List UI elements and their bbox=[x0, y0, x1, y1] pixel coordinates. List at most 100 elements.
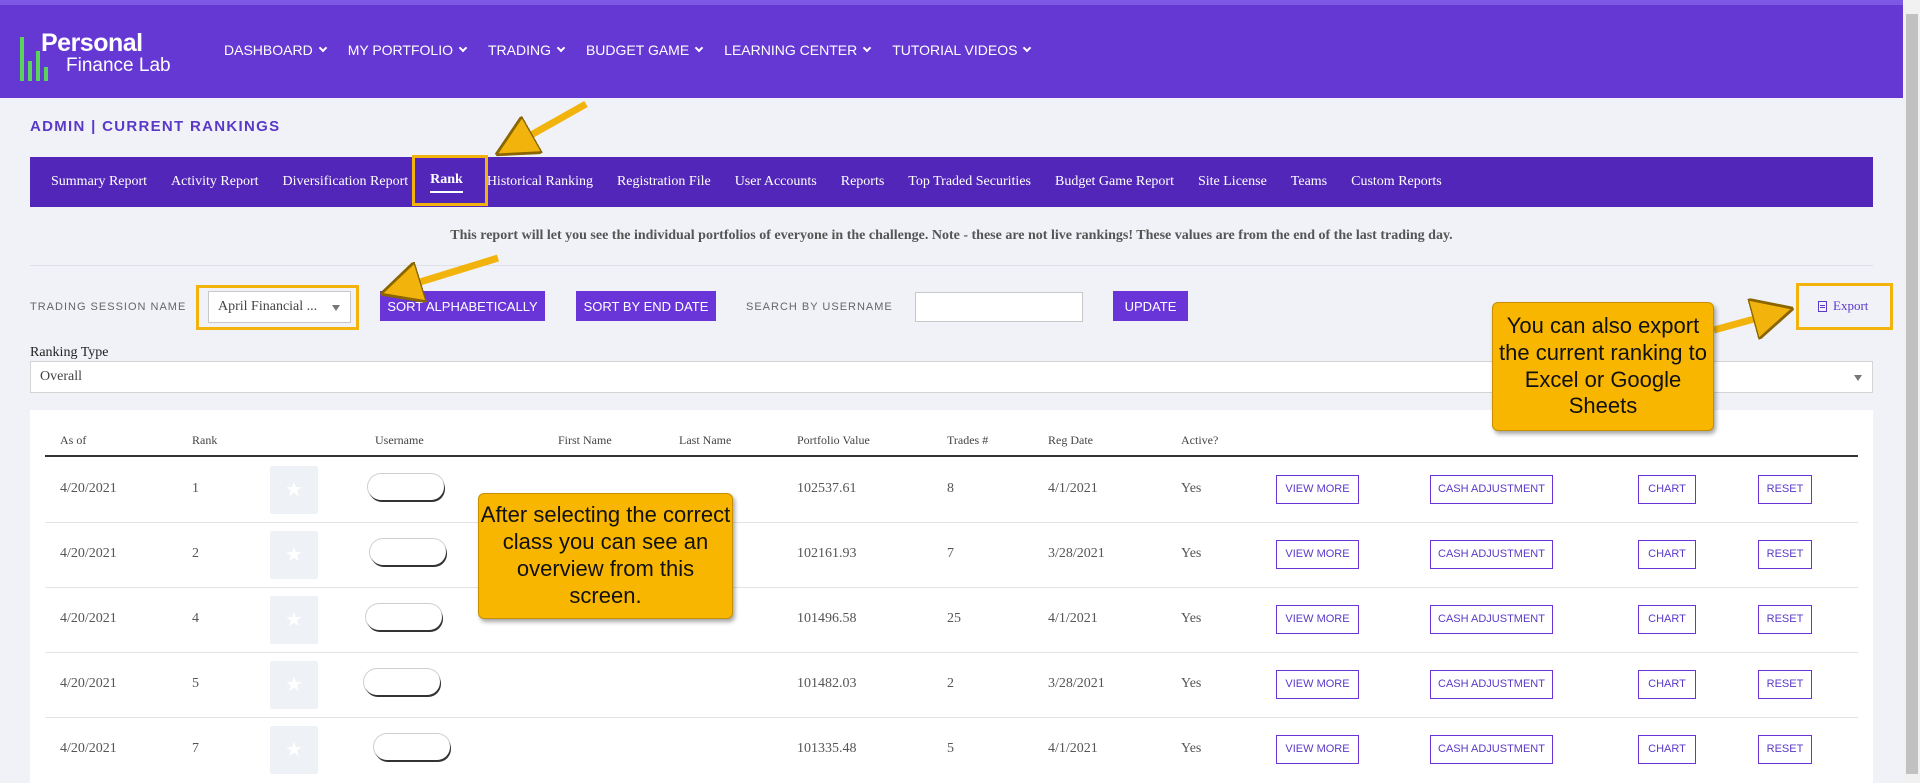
cell-as-of: 4/20/2021 bbox=[60, 740, 117, 756]
cell-as-of: 4/20/2021 bbox=[60, 545, 117, 561]
cell-rank: 4 bbox=[192, 610, 199, 626]
cell-portfolio-value: 101496.58 bbox=[797, 610, 857, 626]
ranking-type-value: Overall bbox=[40, 369, 82, 384]
cell-portfolio-value: 102161.93 bbox=[797, 545, 857, 561]
report-tabs: Summary Report Activity Report Diversifi… bbox=[30, 157, 1873, 207]
row-divider bbox=[45, 522, 1858, 523]
session-label: TRADING SESSION NAME bbox=[30, 301, 187, 313]
view-more-button[interactable]: VIEW MORE bbox=[1276, 734, 1359, 764]
cell-rank: 5 bbox=[192, 675, 199, 691]
caret-down-icon bbox=[1854, 375, 1862, 381]
logo-line1: Personal bbox=[41, 29, 143, 57]
cash-adjustment-button[interactable]: CASH ADJUSTMENT bbox=[1430, 669, 1553, 699]
username-search-input[interactable] bbox=[915, 292, 1083, 322]
username-redacted bbox=[370, 538, 446, 565]
nav-budget-game[interactable]: BUDGET GAME bbox=[586, 42, 704, 58]
cell-portfolio-value: 102537.61 bbox=[797, 480, 857, 496]
nav-trading[interactable]: TRADING bbox=[488, 42, 566, 58]
reset-button[interactable]: RESET bbox=[1758, 539, 1812, 569]
reset-button[interactable]: RESET bbox=[1758, 604, 1812, 634]
col-as-of: As of bbox=[60, 433, 87, 447]
arrow-to-rank-tab bbox=[508, 100, 588, 148]
favorite-star-icon[interactable]: ★ bbox=[270, 465, 318, 514]
cell-active: Yes bbox=[1181, 545, 1202, 561]
chart-button[interactable]: CHART bbox=[1638, 669, 1696, 699]
chart-button[interactable]: CHART bbox=[1638, 474, 1696, 504]
cell-portfolio-value: 101482.03 bbox=[797, 675, 857, 691]
cell-reg-date: 4/1/2021 bbox=[1048, 610, 1098, 626]
cell-rank: 7 bbox=[192, 740, 199, 756]
cash-adjustment-button[interactable]: CASH ADJUSTMENT bbox=[1430, 734, 1553, 764]
nav-my-portfolio[interactable]: MY PORTFOLIO bbox=[348, 42, 468, 58]
vertical-scrollbar[interactable] bbox=[1903, 0, 1920, 783]
cell-reg-date: 3/28/2021 bbox=[1048, 545, 1105, 561]
cell-trades: 5 bbox=[947, 740, 954, 756]
nav-dashboard[interactable]: DASHBOARD bbox=[224, 42, 327, 58]
cash-adjustment-button[interactable]: CASH ADJUSTMENT bbox=[1430, 604, 1553, 634]
logo[interactable]: Personal Finance Lab bbox=[20, 29, 182, 83]
reset-button[interactable]: RESET bbox=[1758, 734, 1812, 764]
cell-as-of: 4/20/2021 bbox=[60, 480, 117, 496]
sort-by-end-date-button[interactable]: SORT BY END DATE bbox=[576, 291, 716, 321]
cell-rank: 1 bbox=[192, 480, 199, 496]
chart-button[interactable]: CHART bbox=[1638, 604, 1696, 634]
page-title: ADMIN | CURRENT RANKINGS bbox=[30, 118, 281, 135]
row-divider bbox=[45, 587, 1858, 588]
arrow-to-session-select bbox=[394, 254, 500, 290]
chevron-down-icon bbox=[694, 43, 704, 53]
arrow-to-export bbox=[1713, 312, 1780, 330]
table-header-divider bbox=[45, 455, 1858, 457]
tab-teams[interactable]: Teams bbox=[1291, 174, 1327, 190]
username-redacted bbox=[374, 733, 450, 760]
tab-top-traded-securities[interactable]: Top Traded Securities bbox=[908, 174, 1031, 190]
tab-activity-report[interactable]: Activity Report bbox=[171, 174, 259, 190]
tab-historical-ranking[interactable]: Historical Ranking bbox=[487, 174, 593, 190]
favorite-star-icon[interactable]: ★ bbox=[270, 595, 318, 644]
tab-user-accounts[interactable]: User Accounts bbox=[735, 174, 817, 190]
chart-button[interactable]: CHART bbox=[1638, 734, 1696, 764]
cash-adjustment-button[interactable]: CASH ADJUSTMENT bbox=[1430, 474, 1553, 504]
reset-button[interactable]: RESET bbox=[1758, 474, 1812, 504]
cell-reg-date: 4/1/2021 bbox=[1048, 740, 1098, 756]
tab-reports[interactable]: Reports bbox=[841, 174, 885, 190]
cell-trades: 7 bbox=[947, 545, 954, 561]
nav-learning-center[interactable]: LEARNING CENTER bbox=[724, 42, 872, 58]
cell-active: Yes bbox=[1181, 740, 1202, 756]
highlight-rank-tab bbox=[412, 155, 488, 206]
sort-alphabetically-button[interactable]: SORT ALPHABETICALLY bbox=[380, 291, 545, 321]
cell-reg-date: 4/1/2021 bbox=[1048, 480, 1098, 496]
view-more-button[interactable]: VIEW MORE bbox=[1276, 474, 1359, 504]
chevron-down-icon bbox=[458, 43, 468, 53]
scrollbar-thumb[interactable] bbox=[1906, 14, 1918, 774]
favorite-star-icon[interactable]: ★ bbox=[270, 530, 318, 579]
favorite-star-icon[interactable]: ★ bbox=[270, 725, 318, 774]
update-button[interactable]: UPDATE bbox=[1113, 291, 1188, 321]
tab-budget-game-report[interactable]: Budget Game Report bbox=[1055, 174, 1174, 190]
tab-site-license[interactable]: Site License bbox=[1198, 174, 1267, 190]
cell-active: Yes bbox=[1181, 610, 1202, 626]
view-more-button[interactable]: VIEW MORE bbox=[1276, 539, 1359, 569]
chart-button[interactable]: CHART bbox=[1638, 539, 1696, 569]
nav-tutorial-videos[interactable]: TUTORIAL VIDEOS bbox=[892, 42, 1032, 58]
chevron-down-icon bbox=[1023, 43, 1032, 53]
chevron-down-icon bbox=[318, 43, 327, 53]
favorite-star-icon[interactable]: ★ bbox=[270, 660, 318, 709]
tab-diversification-report[interactable]: Diversification Report bbox=[283, 174, 409, 190]
reset-button[interactable]: RESET bbox=[1758, 669, 1812, 699]
top-header: Personal Finance Lab DASHBOARD MY PORTFO… bbox=[0, 0, 1903, 98]
view-more-button[interactable]: VIEW MORE bbox=[1276, 669, 1359, 699]
highlight-export bbox=[1796, 283, 1893, 330]
tab-custom-reports[interactable]: Custom Reports bbox=[1351, 174, 1442, 190]
logo-line2: Finance Lab bbox=[66, 55, 171, 76]
cell-rank: 2 bbox=[192, 545, 199, 561]
cash-adjustment-button[interactable]: CASH ADJUSTMENT bbox=[1430, 539, 1553, 569]
col-last-name: Last Name bbox=[679, 433, 732, 447]
tab-summary-report[interactable]: Summary Report bbox=[51, 174, 147, 190]
username-redacted bbox=[368, 473, 444, 500]
col-active: Active? bbox=[1181, 433, 1219, 447]
col-rank: Rank bbox=[192, 433, 218, 447]
tab-registration-file[interactable]: Registration File bbox=[617, 174, 711, 190]
col-portfolio-value: Portfolio Value bbox=[797, 433, 870, 447]
cell-trades: 8 bbox=[947, 480, 954, 496]
view-more-button[interactable]: VIEW MORE bbox=[1276, 604, 1359, 634]
